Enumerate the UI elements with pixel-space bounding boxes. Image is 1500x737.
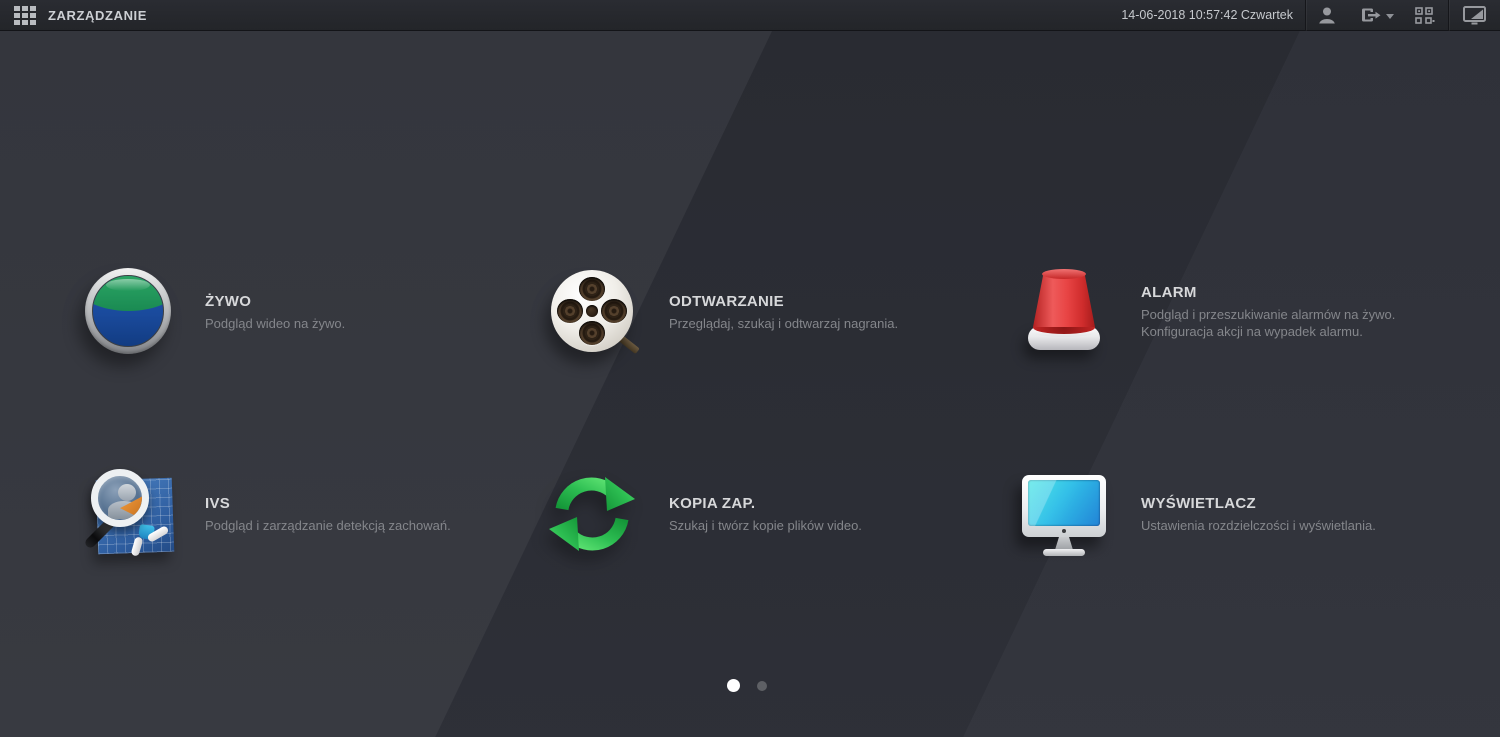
menu-item-alarm[interactable]: ALARM Podgląd i przeszukiwanie alarmów n… [1019,267,1453,357]
menu-item-description: Podgląd i przeszukiwanie alarmów na żywo… [1141,307,1396,339]
management-home-screen: ZARZĄDZANIE 14-06-2018 10:57:42 Czwartek [0,0,1500,737]
apps-grid-button[interactable] [0,0,48,30]
qr-code-button[interactable] [1402,0,1448,31]
user-icon [1317,6,1337,24]
menu-item-description: Przeglądaj, szukaj i odtwarzaj nagrania. [669,315,899,331]
display-output-icon [1463,5,1486,25]
menu-item-text: ODTWARZANIE Przeglądaj, szukaj i odtwarz… [669,293,898,332]
menu-item-title: WYŚWIETLACZ [1141,494,1256,512]
topbar: ZARZĄDZANIE 14-06-2018 10:57:42 Czwartek [0,0,1500,31]
menu-item-title: KOPIA ZAP. [669,494,756,512]
display-output-button[interactable] [1449,0,1500,31]
topbar-left: ZARZĄDZANIE [0,0,147,30]
menu-item-display[interactable]: WYŚWIETLACZ Ustawienia rozdzielczości i … [1019,469,1376,559]
menu-item-description: Podgląd i zarządzanie detekcją zachowań. [205,517,451,533]
page-dot-2[interactable] [757,680,767,691]
menu-item-description: Ustawienia rozdzielczości i wyświetlania… [1141,517,1376,533]
datetime-display: 14-06-2018 10:57:42 Czwartek [1121,8,1293,22]
main-area: ŻYWO Podgląd wideo na żywo. ODTWARZANIE … [0,31,1500,737]
menu-item-text: ALARM Podgląd i przeszukiwanie alarmów n… [1141,284,1453,340]
page-title: ZARZĄDZANIE [48,7,148,23]
qr-code-icon [1415,6,1435,24]
menu-item-text: KOPIA ZAP. Szukaj i twórz kopie plików v… [669,495,862,534]
pagination-dots [0,679,1494,692]
logout-icon [1360,6,1381,24]
caret-down-icon [1386,14,1394,19]
apps-grid-icon [14,5,36,25]
menu-item-title: ODTWARZANIE [669,292,784,310]
logout-button[interactable] [1348,0,1402,31]
menu-item-title: ALARM [1141,284,1197,301]
menu-item-text: ŻYWO Podgląd wideo na żywo. [205,293,345,332]
monitor-icon [1019,469,1109,559]
menu-item-ivs[interactable]: IVS Podgląd i zarządzanie detekcją zacho… [83,469,451,559]
menu-item-text: IVS Podgląd i zarządzanie detekcją zacho… [205,495,451,534]
menu-item-backup[interactable]: KOPIA ZAP. Szukaj i twórz kopie plików v… [547,469,862,559]
magnifier-analytics-icon [83,469,175,559]
menu-item-text: WYŚWIETLACZ Ustawienia rozdzielczości i … [1141,495,1376,534]
page-dot-1[interactable] [727,679,740,692]
menu-item-live[interactable]: ŻYWO Podgląd wideo na żywo. [83,267,345,357]
topbar-right: 14-06-2018 10:57:42 Czwartek [1121,0,1500,31]
menu-item-description: Podgląd wideo na żywo. [205,315,346,331]
user-button[interactable] [1306,0,1348,31]
film-reel-icon [547,267,640,357]
menu-item-playback[interactable]: ODTWARZANIE Przeglądaj, szukaj i odtwarz… [547,267,898,357]
menu-item-title: IVS [205,494,231,512]
menu-item-description: Szukaj i twórz kopie plików video. [669,517,862,533]
menu-item-title: ŻYWO [205,292,252,310]
siren-icon [1019,267,1109,357]
sync-arrows-icon [547,469,637,559]
live-view-lens-icon [83,267,173,357]
